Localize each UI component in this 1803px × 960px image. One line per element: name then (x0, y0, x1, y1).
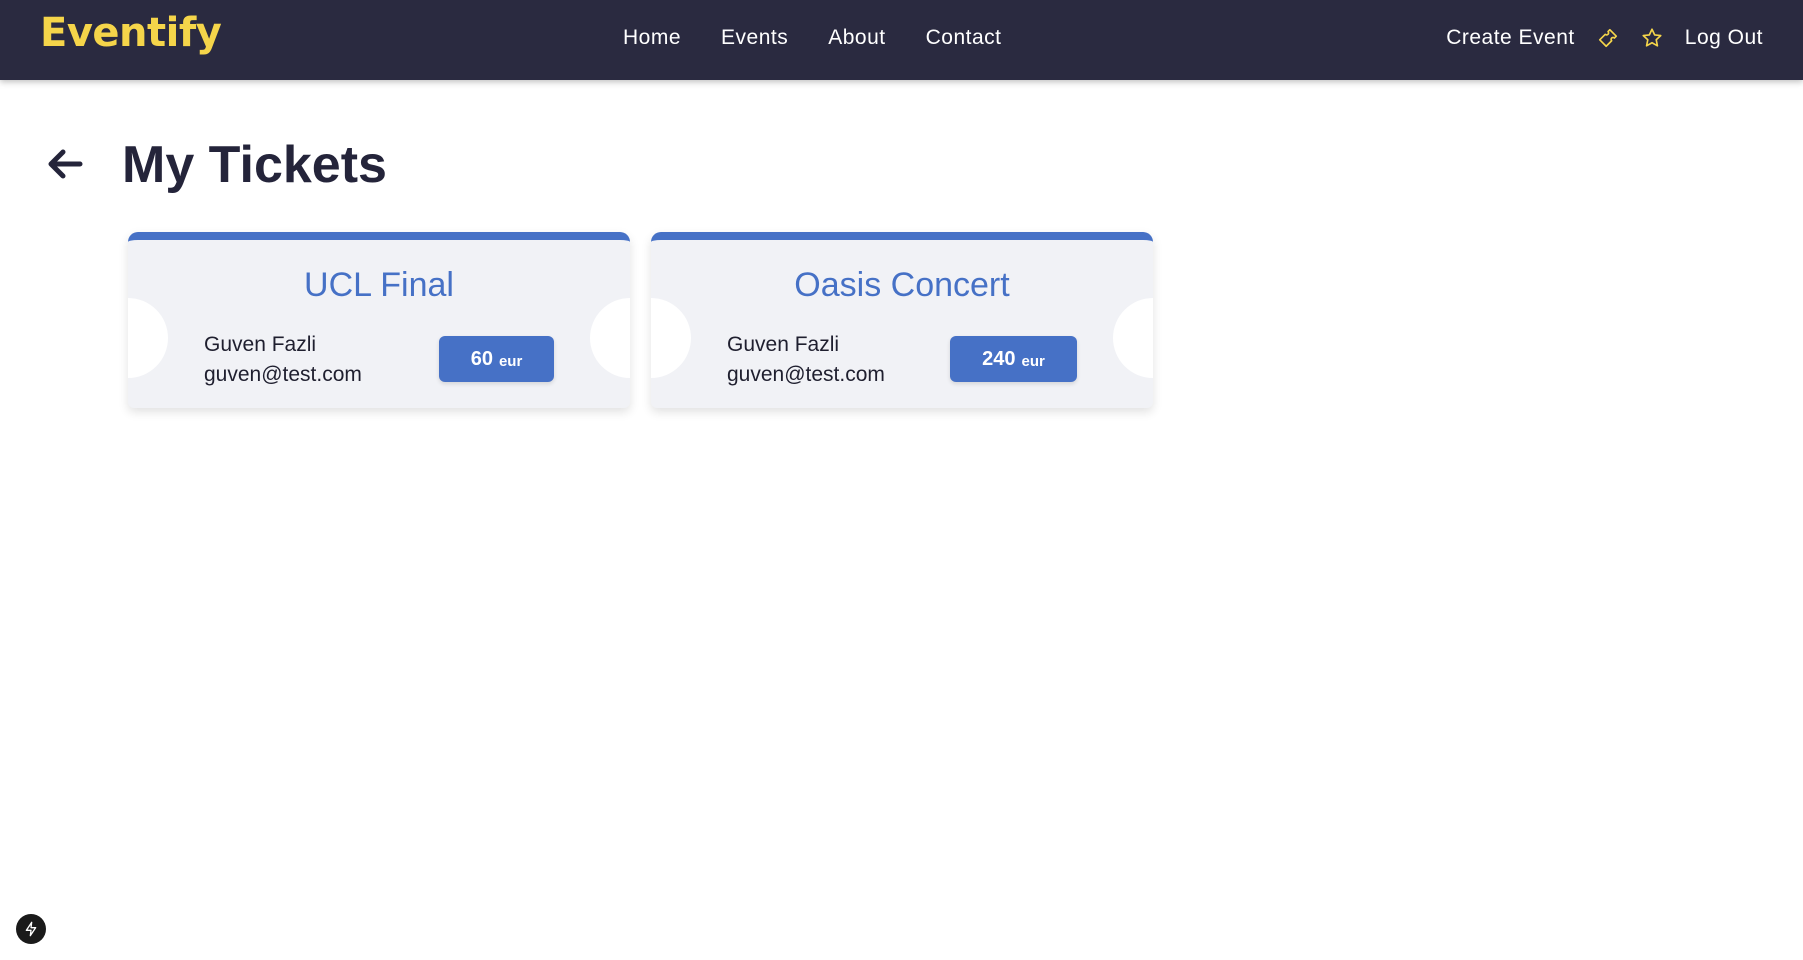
logo[interactable]: Eventify (40, 10, 222, 56)
ticket-notch-left (128, 298, 168, 378)
ticket-holder: Guven Fazli guven@test.com (204, 330, 362, 390)
ticket-price-unit: eur (498, 352, 523, 370)
nav-home-link[interactable]: Home (623, 26, 681, 50)
main-nav: Home Events About Contact (623, 26, 1002, 50)
ticket-icon[interactable] (1597, 27, 1619, 49)
ticket-notch-right (590, 298, 630, 378)
nav-about-link[interactable]: About (828, 26, 885, 50)
ticket-holder: Guven Fazli guven@test.com (727, 330, 885, 390)
ticket-notch-left (651, 298, 691, 378)
logout-link[interactable]: Log Out (1685, 26, 1763, 50)
ticket-event-title: Oasis Concert (794, 266, 1010, 304)
nav-contact-link[interactable]: Contact (926, 26, 1002, 50)
arrow-left-icon[interactable] (46, 146, 86, 182)
lightning-icon[interactable] (16, 914, 46, 944)
create-event-link[interactable]: Create Event (1446, 26, 1575, 50)
top-navbar: Eventify Home Events About Contact Creat… (0, 0, 1803, 80)
ticket-holder-email: guven@test.com (727, 363, 885, 386)
ticket-price-unit: eur (1021, 352, 1045, 370)
nav-actions: Create Event Log Out (1446, 26, 1763, 50)
ticket-card[interactable]: Oasis Concert Guven Fazli guven@test.com… (651, 232, 1153, 408)
star-icon[interactable] (1641, 27, 1663, 49)
page-title: My Tickets (122, 136, 387, 194)
ticket-holder-name: Guven Fazli (727, 333, 840, 356)
ticket-holder-name: Guven Fazli (204, 333, 317, 356)
ticket-notch-right (1113, 298, 1153, 378)
nav-events-link[interactable]: Events (721, 26, 788, 50)
ticket-card[interactable]: UCL Final Guven Fazli guven@test.com 60 … (128, 232, 630, 408)
ticket-price-button[interactable]: 60 eur (439, 336, 554, 382)
ticket-holder-email: guven@test.com (204, 363, 362, 386)
ticket-event-title: UCL Final (304, 266, 454, 304)
ticket-price-value: 60 (470, 347, 493, 370)
ticket-price-button[interactable]: 240 eur (950, 336, 1077, 382)
ticket-price-value: 240 (982, 347, 1016, 370)
ticket-list: UCL Final Guven Fazli guven@test.com 60 … (128, 232, 1153, 408)
